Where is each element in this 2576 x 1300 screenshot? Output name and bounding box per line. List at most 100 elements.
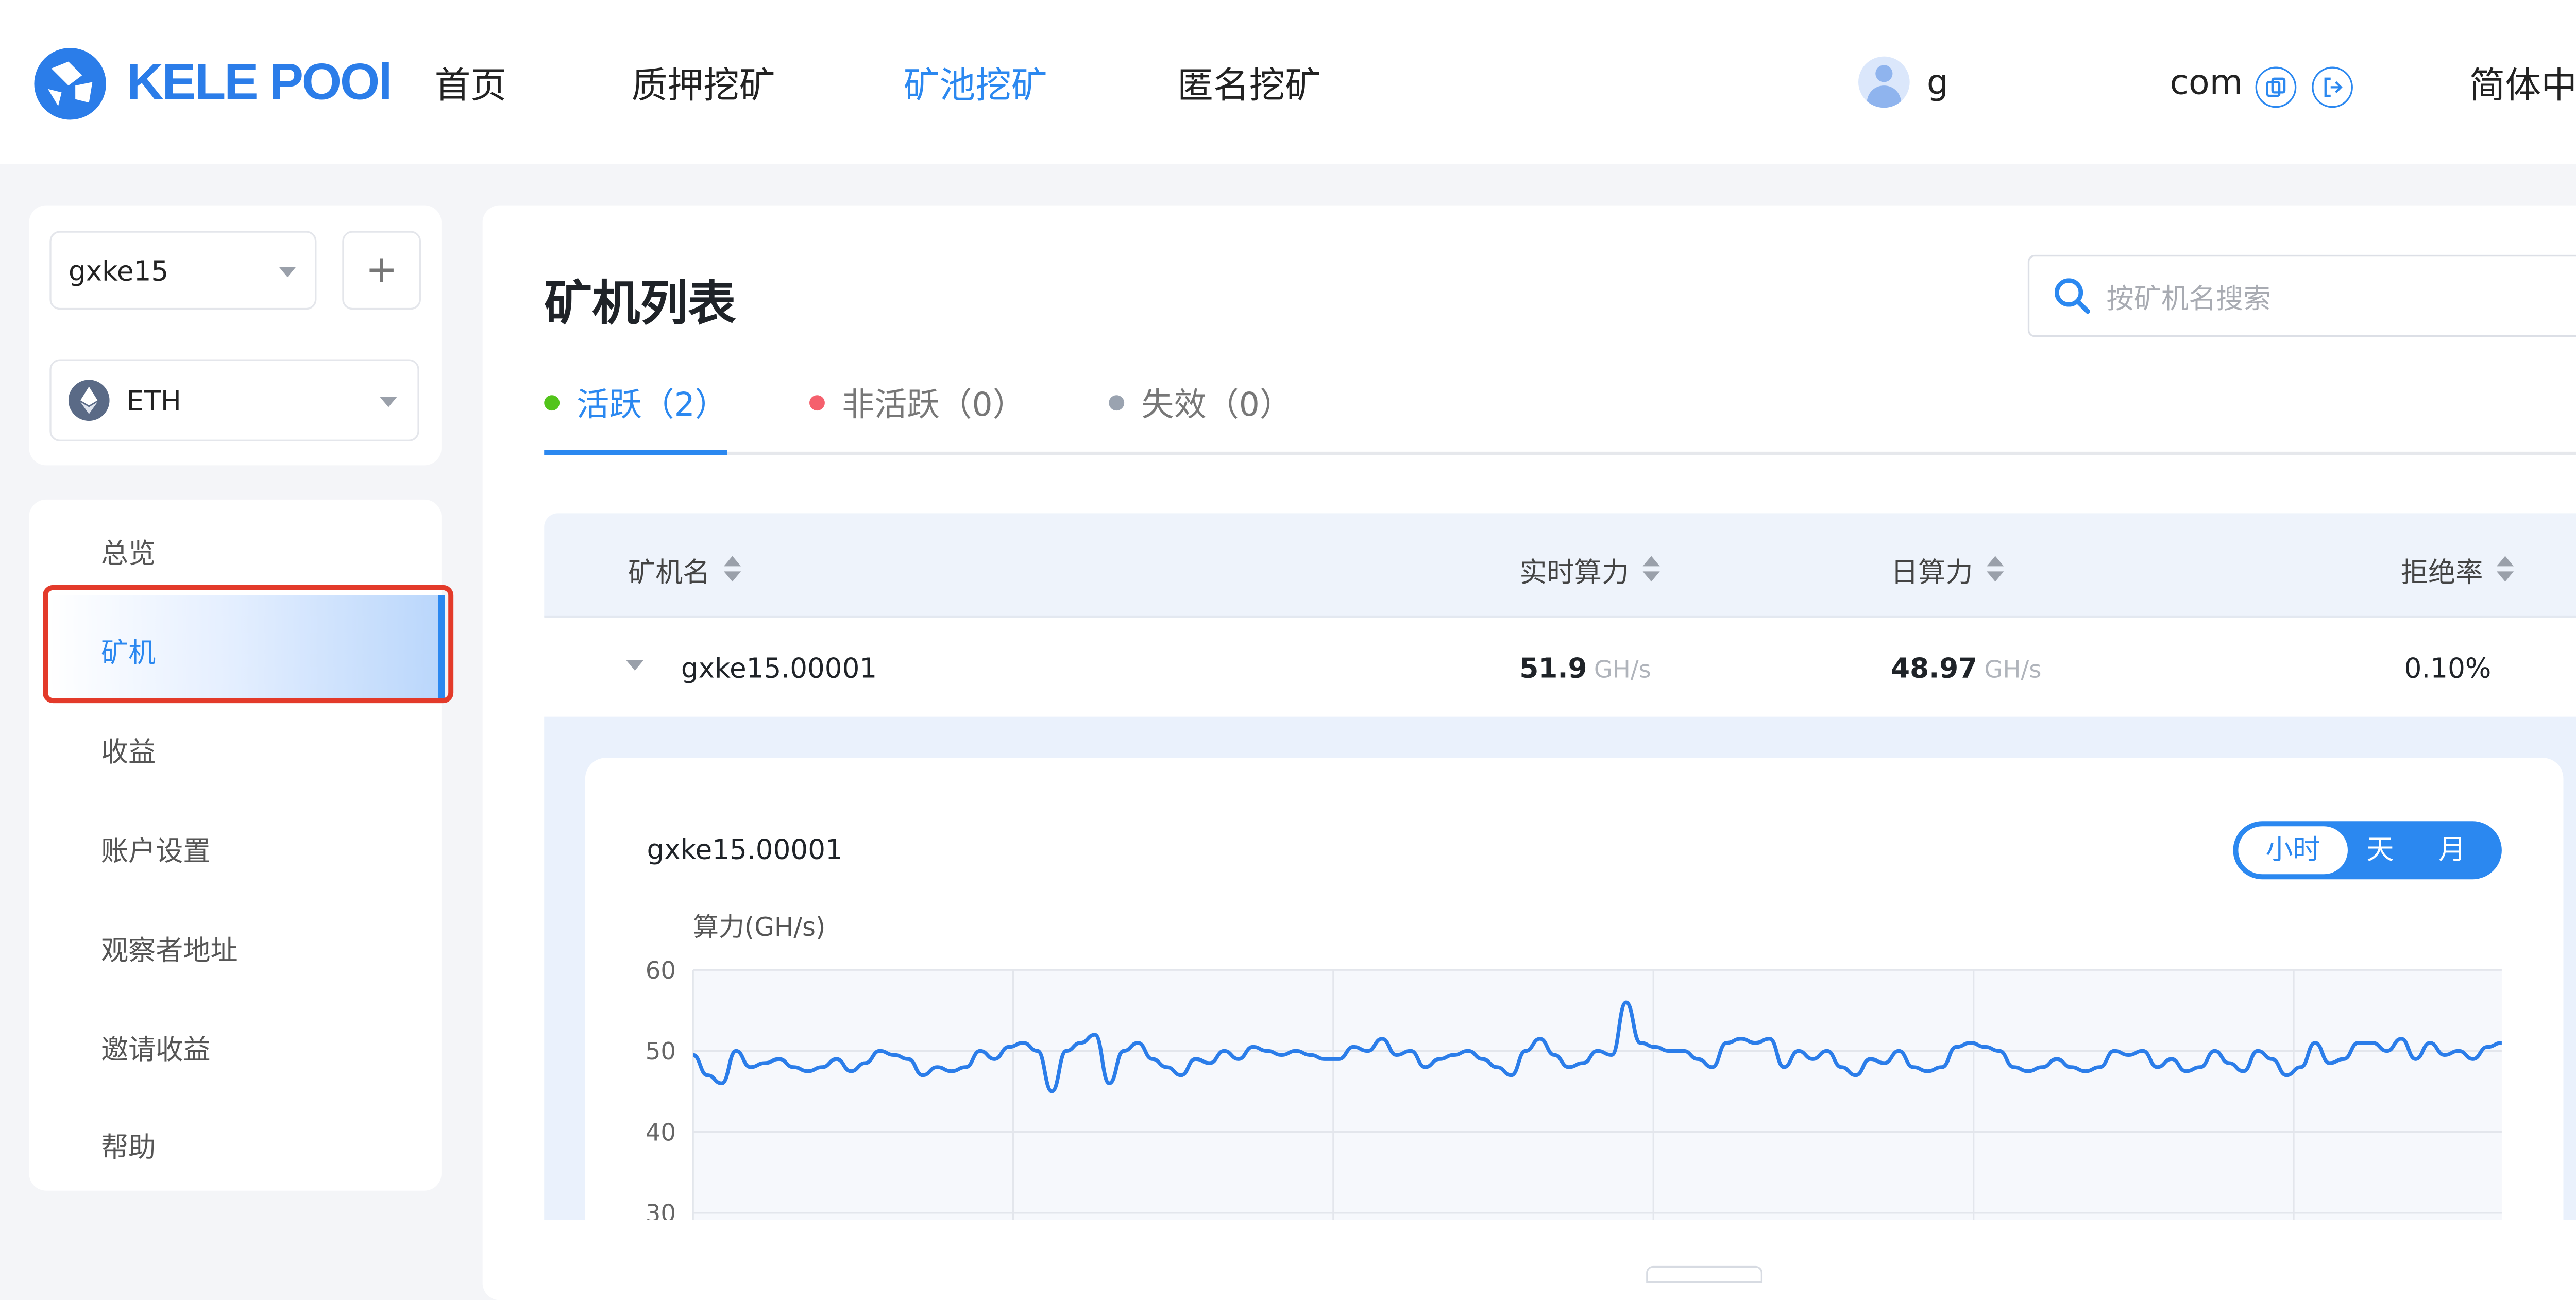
range-day-button[interactable]: 天 [2348, 826, 2413, 874]
data-point [764, 1062, 766, 1064]
copy-icon[interactable] [2255, 66, 2297, 108]
sidebar-item-invite-earnings[interactable]: 邀请收益 [101, 1027, 211, 1068]
tab-active-indicator [544, 450, 727, 455]
column-header-realtime[interactable]: 实时算力 [1519, 549, 1660, 590]
data-point [2400, 1037, 2402, 1040]
data-point [2027, 1070, 2029, 1072]
tab-label: 非活跃（0） [842, 386, 1025, 424]
sidebar-item-account-settings[interactable]: 账户设置 [101, 828, 211, 869]
column-header-reject[interactable]: 拒绝率 [2401, 549, 2514, 590]
data-point [1094, 1033, 1096, 1036]
tab-inactive[interactable]: 非活跃（0） [809, 380, 1025, 426]
data-point [1596, 1050, 1599, 1052]
account-select[interactable]: gxke15 [49, 231, 317, 310]
data-point [2357, 1041, 2360, 1044]
data-point [1840, 1066, 1843, 1068]
data-point [907, 1058, 909, 1060]
data-point [821, 1066, 823, 1068]
data-point [979, 1050, 981, 1052]
brand-logo[interactable]: KELE POOl [31, 44, 393, 123]
nav-anonymous-mining[interactable]: 匿名挖矿 [1177, 58, 1321, 110]
data-point [2270, 1058, 2273, 1060]
sort-icon[interactable] [2496, 556, 2514, 583]
column-header-name[interactable]: 矿机名 [628, 549, 741, 590]
logo-text: KELE POOl [126, 55, 393, 111]
coin-select[interactable]: ETH [49, 359, 419, 441]
expand-caret-icon[interactable] [626, 660, 643, 671]
logout-icon[interactable] [2312, 66, 2353, 108]
table-row[interactable]: gxke15.00001 51.9 GH/s 48.97 GH/s 0.10% [544, 618, 2576, 717]
data-point [1739, 1037, 1742, 1040]
user-info[interactable]: g [1858, 56, 1948, 108]
data-point [1007, 1046, 1010, 1048]
data-point [2472, 1058, 2475, 1060]
data-point [2385, 1050, 2388, 1052]
data-point [2328, 1062, 2331, 1064]
data-point [1625, 1001, 1628, 1003]
data-point [1754, 1041, 1756, 1044]
sort-icon[interactable] [724, 556, 741, 583]
data-point [2242, 1070, 2245, 1072]
language-select[interactable]: 简体中文 [2469, 58, 2576, 110]
data-point [692, 1054, 694, 1056]
user-email: com [2170, 61, 2243, 103]
column-header-daily[interactable]: 日算力 [1891, 549, 2004, 590]
data-point [2500, 1041, 2503, 1044]
ethereum-icon [68, 380, 110, 421]
data-point [2257, 1050, 2259, 1052]
sort-icon[interactable] [1642, 556, 1660, 583]
sidebar-item-help[interactable]: 帮助 [101, 1124, 156, 1165]
data-point [2458, 1050, 2460, 1052]
data-point [1611, 1054, 1613, 1056]
data-point [893, 1054, 895, 1056]
nav-pool-mining[interactable]: 矿池挖矿 [904, 58, 1047, 110]
data-point [1768, 1037, 1771, 1040]
page-title: 矿机列表 [544, 275, 736, 332]
data-point [2127, 1054, 2130, 1056]
add-account-button[interactable] [342, 231, 421, 310]
data-point [2343, 1058, 2345, 1060]
sidebar-item-overview[interactable]: 总览 [101, 531, 156, 572]
data-point [1811, 1058, 1814, 1060]
tab-active[interactable]: 活跃（2） [544, 380, 727, 426]
range-hour-button[interactable]: 小时 [2238, 826, 2348, 875]
data-point [1223, 1050, 1225, 1052]
tab-label: 活跃（2） [577, 386, 727, 424]
data-point [1538, 1037, 1541, 1040]
data-point [1854, 1074, 1857, 1076]
search-icon [2055, 278, 2090, 314]
data-point [2199, 1066, 2201, 1068]
data-point [1783, 1066, 1785, 1068]
y-axis-label: 算力(GH/s) [693, 912, 825, 942]
data-point [964, 1066, 967, 1068]
data-point [1050, 1090, 1053, 1092]
data-point [1251, 1046, 1254, 1048]
data-point [1022, 1041, 1024, 1044]
data-point [1467, 1050, 1469, 1052]
data-point [1180, 1074, 1182, 1076]
nav-home[interactable]: 首页 [435, 58, 506, 110]
data-point [1668, 1050, 1670, 1052]
tab-invalid[interactable]: 失效（0） [1109, 380, 1292, 426]
data-point [1122, 1050, 1125, 1052]
account-select-value: gxke15 [68, 254, 169, 287]
sidebar-item-earnings[interactable]: 收益 [101, 729, 156, 770]
sidebar-item-observer-address[interactable]: 观察者地址 [101, 927, 238, 968]
data-point [1438, 1058, 1440, 1060]
data-point [1912, 1066, 1914, 1068]
range-toggle[interactable]: 小时 天 月 [2233, 821, 2502, 880]
data-point [778, 1058, 781, 1060]
data-point [878, 1050, 881, 1052]
sort-icon[interactable] [1987, 556, 2004, 583]
range-month-button[interactable]: 月 [2413, 826, 2492, 874]
cell-realtime-hashrate: 51.9 GH/s [1519, 652, 1651, 685]
data-point [850, 1070, 852, 1072]
data-point [993, 1058, 996, 1060]
search-input[interactable]: 按矿机名搜索 [2027, 254, 2576, 337]
nav-staking[interactable]: 质押挖矿 [632, 58, 775, 110]
table-header: 矿机名 实时算力 日算力 拒绝率 [544, 513, 2576, 618]
data-point [2213, 1050, 2216, 1052]
hashrate-line-chart: 算力(GH/s) 60 50 40 30 [646, 912, 2503, 1220]
data-point [1280, 1054, 1283, 1056]
data-point [1079, 1041, 1082, 1044]
